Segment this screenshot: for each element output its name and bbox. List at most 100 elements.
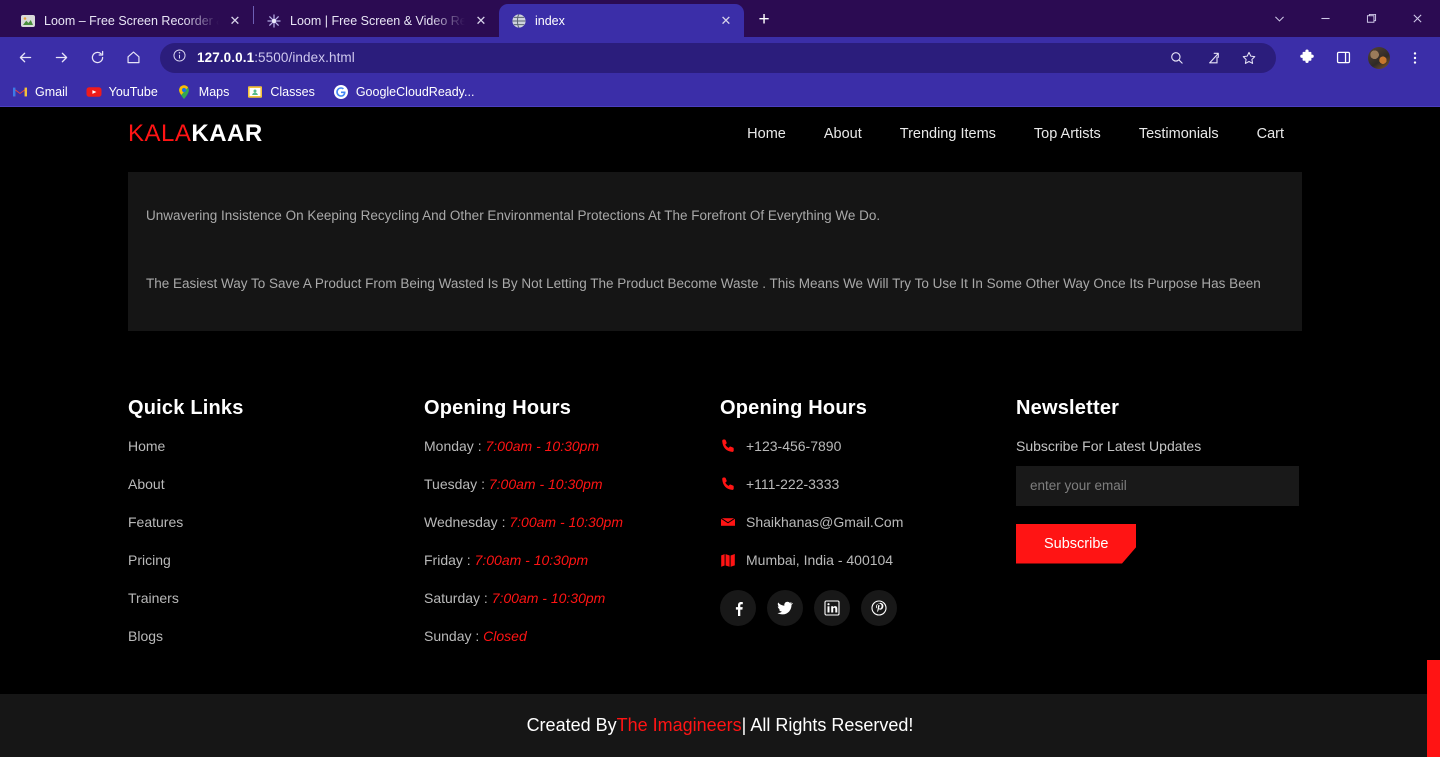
info-circle-icon[interactable] (172, 48, 187, 68)
footer-link-pricing[interactable]: Pricing (128, 552, 424, 568)
address-bar[interactable]: 127.0.0.1:5500/index.html (160, 41, 1276, 75)
address-bar-url: 127.0.0.1:5500/index.html (197, 50, 355, 65)
maximize-window-icon[interactable] (1348, 0, 1394, 37)
back-arrow-icon[interactable] (8, 41, 42, 75)
footer-link-trainers[interactable]: Trainers (128, 590, 424, 606)
profile-avatar[interactable] (1362, 41, 1396, 75)
browser-tab-2[interactable]: Loom | Free Screen & Video Reco ✕ (254, 4, 499, 37)
puzzle-piece-icon[interactable] (1290, 41, 1324, 75)
search-tabs-chevron-down-icon[interactable] (1256, 0, 1302, 37)
pinterest-icon (871, 599, 887, 616)
footer-link-about[interactable]: About (128, 476, 424, 492)
browser-toolbar: 127.0.0.1:5500/index.html (0, 37, 1440, 78)
hours-row-monday: Monday : 7:00am - 10:30pm (424, 438, 720, 454)
contact-row-phone-1[interactable]: +123-456-7890 (720, 438, 1016, 454)
star-icon[interactable] (1232, 41, 1266, 75)
footer-link-features[interactable]: Features (128, 514, 424, 530)
browser-tab-1-close-icon[interactable]: ✕ (227, 14, 243, 27)
bookmark-gmail[interactable]: Gmail (12, 84, 68, 100)
hours-time-monday: 7:00am - 10:30pm (485, 437, 600, 454)
bookmark-youtube-label: YouTube (108, 85, 158, 99)
browser-tab-1[interactable]: Loom – Free Screen Recorder & S ✕ (8, 4, 253, 37)
credit-prefix: Created By (526, 715, 617, 735)
contact-phone-2-text: +111-222-3333 (746, 475, 840, 492)
social-link-twitter[interactable] (767, 589, 803, 626)
forward-arrow-icon[interactable] (44, 41, 78, 75)
bookmark-youtube[interactable]: YouTube (86, 84, 158, 100)
reload-icon[interactable] (80, 41, 114, 75)
nav-item-about[interactable]: About (824, 126, 862, 142)
footer-column-opening-hours: Opening Hours Monday : 7:00am - 10:30pm … (424, 397, 720, 666)
three-dot-menu-icon[interactable] (1398, 41, 1432, 75)
nav-item-trending-items[interactable]: Trending Items (900, 126, 996, 142)
address-bar-actions (1160, 41, 1266, 75)
toolbar-extensions-area (1284, 41, 1432, 75)
browser-tab-3-close-icon[interactable]: ✕ (718, 14, 734, 27)
url-path: :5500/index.html (254, 50, 355, 65)
side-panel-icon[interactable] (1326, 41, 1360, 75)
nav-item-home[interactable]: Home (747, 126, 786, 142)
bookmarks-bar: Gmail YouTube Maps Classes GoogleCloudRe… (0, 78, 1440, 107)
nav-item-top-artists[interactable]: Top Artists (1034, 126, 1101, 142)
browser-tab-2-close-icon[interactable]: ✕ (473, 14, 489, 27)
bookmark-gmail-label: Gmail (35, 85, 68, 99)
google-icon (333, 84, 349, 100)
bookmark-maps[interactable]: Maps (176, 84, 230, 100)
browser-tab-3[interactable]: index ✕ (499, 4, 744, 37)
credit-brand: The Imagineers (616, 715, 742, 735)
bookmark-classes[interactable]: Classes (247, 84, 315, 100)
new-tab-button[interactable]: + (750, 6, 778, 34)
hours-time-friday: 7:00am - 10:30pm (474, 551, 589, 568)
site-footer: Quick Links Home About Features Pricing … (0, 330, 1440, 666)
nav-item-testimonials[interactable]: Testimonials (1139, 126, 1219, 142)
contact-title: Opening Hours (720, 396, 868, 419)
hours-time-sunday: Closed (483, 627, 527, 644)
footer-link-blogs[interactable]: Blogs (128, 628, 424, 644)
contact-row-email[interactable]: Shaikhanas@Gmail.Com (720, 514, 1016, 530)
contact-address-text: Mumbai, India - 400104 (746, 551, 894, 568)
search-magnifier-icon[interactable] (1160, 41, 1194, 75)
close-window-icon[interactable] (1394, 0, 1440, 37)
site-header: KALAKAAR Home About Trending Items Top A… (0, 108, 1440, 160)
hours-time-saturday: 7:00am - 10:30pm (491, 589, 606, 606)
social-links (720, 589, 1016, 626)
footer-link-home[interactable]: Home (128, 438, 424, 454)
site-logo-rest: KAAR (191, 120, 263, 147)
content-paragraph-2: The Easiest Way To Save A Product From B… (146, 276, 1261, 292)
minimize-window-icon[interactable] (1302, 0, 1348, 37)
hours-day-friday: Friday : (424, 551, 475, 568)
page-scrollbar-track[interactable] (1427, 108, 1440, 757)
loom-star-icon (266, 13, 282, 29)
contact-row-phone-2[interactable]: +111-222-3333 (720, 476, 1016, 492)
map-icon (720, 552, 736, 568)
envelope-icon (720, 514, 736, 530)
share-icon[interactable] (1196, 41, 1230, 75)
social-link-linkedin[interactable] (814, 589, 850, 626)
bookmark-maps-label: Maps (198, 85, 230, 99)
hours-day-sunday: Sunday : (424, 627, 484, 644)
nav-item-cart[interactable]: Cart (1257, 126, 1284, 142)
social-link-pinterest[interactable] (861, 589, 897, 626)
facebook-icon (730, 600, 746, 616)
page-scrollbar-thumb[interactable] (1427, 660, 1440, 757)
bookmark-googlecloudready-label: GoogleCloudReady... (355, 85, 475, 99)
url-host: 127.0.0.1 (197, 50, 255, 65)
email-field[interactable] (1016, 465, 1299, 506)
content-panel: Unwavering Insistence On Keeping Recycli… (128, 172, 1302, 331)
classroom-icon (247, 84, 263, 100)
subscribe-button[interactable]: Subscribe (1016, 523, 1137, 564)
credit-bar: Created By The Imagineers | All Rights R… (0, 694, 1440, 757)
home-icon[interactable] (116, 41, 150, 75)
footer-column-contact: Opening Hours +123-456-7890 +111-222-333… (720, 397, 1016, 666)
contact-row-address[interactable]: Mumbai, India - 400104 (720, 552, 1016, 568)
bookmark-googlecloudready[interactable]: GoogleCloudReady... (333, 84, 475, 100)
contact-phone-1-text: +123-456-7890 (746, 437, 842, 454)
footer-column-newsletter: Newsletter Subscribe For Latest Updates … (1016, 397, 1316, 666)
main-navigation: Home About Trending Items Top Artists Te… (747, 126, 1284, 142)
bookmark-classes-label: Classes (270, 85, 315, 99)
hours-time-tuesday: 7:00am - 10:30pm (488, 475, 603, 492)
social-link-facebook[interactable] (720, 589, 756, 626)
quick-links-title: Quick Links (128, 396, 244, 419)
site-logo[interactable]: KALAKAAR (128, 120, 263, 148)
opening-hours-title: Opening Hours (424, 396, 572, 419)
